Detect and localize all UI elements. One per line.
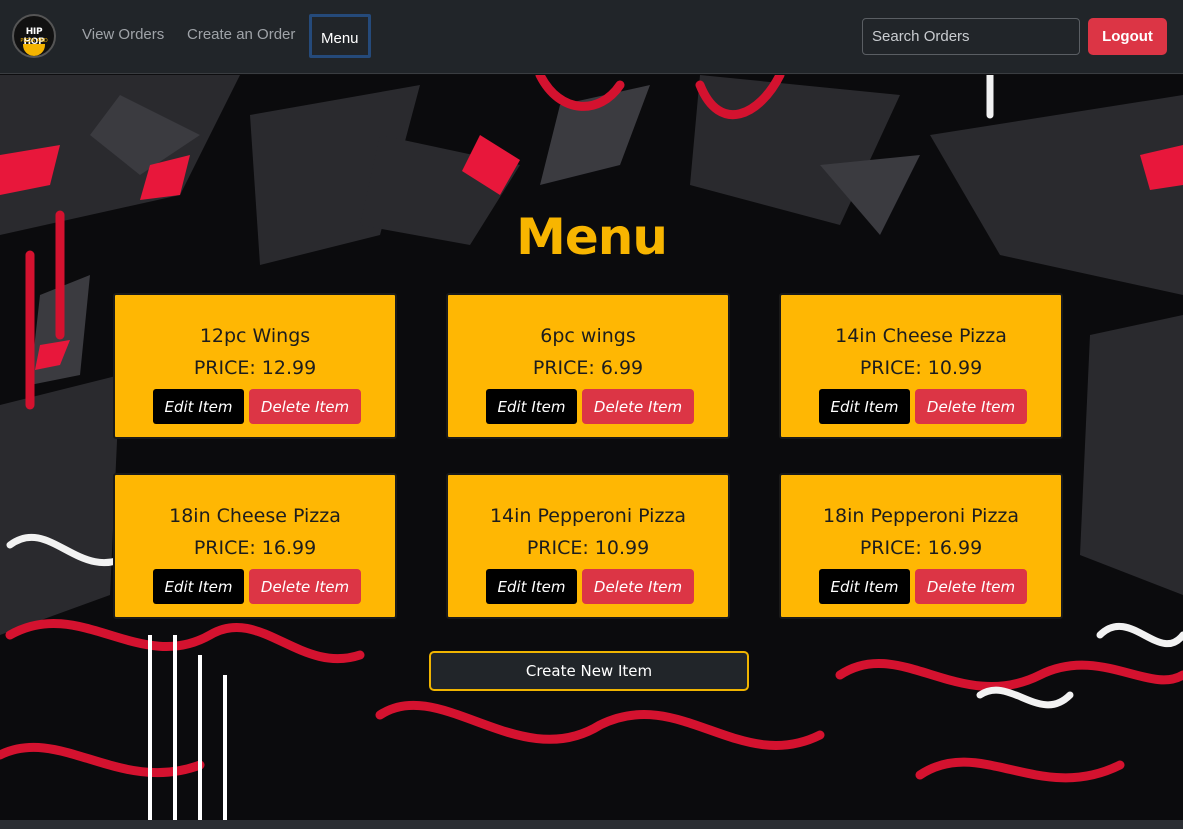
delete-item-button[interactable]: Delete Item (582, 389, 694, 424)
edit-item-button[interactable]: Edit Item (486, 569, 577, 604)
nav-link-create-order[interactable]: Create an Order (187, 26, 295, 43)
search-orders-input[interactable] (862, 18, 1080, 55)
delete-item-button[interactable]: Delete Item (915, 389, 1027, 424)
item-price: PRICE: 10.99 (859, 357, 983, 379)
item-price: PRICE: 6.99 (532, 357, 644, 379)
item-name: 14in Cheese Pizza (835, 325, 1007, 347)
nav-link-menu[interactable]: Menu (309, 14, 371, 58)
create-new-item-button[interactable]: Create New Item (429, 651, 749, 691)
edit-item-button[interactable]: Edit Item (153, 569, 244, 604)
item-name: 18in Pepperoni Pizza (822, 505, 1020, 527)
delete-item-button[interactable]: Delete Item (249, 389, 361, 424)
menu-item-card: 14in Cheese Pizza PRICE: 10.99 Edit Item… (779, 293, 1063, 439)
edit-item-button[interactable]: Edit Item (153, 389, 244, 424)
delete-item-button[interactable]: Delete Item (582, 569, 694, 604)
item-price: PRICE: 16.99 (193, 537, 317, 559)
page-title: Menu (516, 208, 668, 266)
menu-item-card: 18in Pepperoni Pizza PRICE: 16.99 Edit I… (779, 473, 1063, 619)
edit-item-button[interactable]: Edit Item (819, 389, 910, 424)
bottom-scroll-strip (0, 820, 1183, 829)
graffiti-background (0, 75, 1183, 820)
menu-item-card: 12pc Wings PRICE: 12.99 Edit Item Delete… (113, 293, 397, 439)
edit-item-button[interactable]: Edit Item (819, 569, 910, 604)
item-name: 14in Pepperoni Pizza (489, 505, 687, 527)
pizza-icon (23, 44, 45, 56)
item-price: PRICE: 12.99 (193, 357, 317, 379)
edit-item-button[interactable]: Edit Item (486, 389, 577, 424)
menu-item-card: 14in Pepperoni Pizza PRICE: 10.99 Edit I… (446, 473, 730, 619)
menu-item-card: 18in Cheese Pizza PRICE: 16.99 Edit Item… (113, 473, 397, 619)
item-name: 18in Cheese Pizza (169, 505, 341, 527)
delete-item-button[interactable]: Delete Item (915, 569, 1027, 604)
menu-item-card: 6pc wings PRICE: 6.99 Edit Item Delete I… (446, 293, 730, 439)
navbar: HIP HOP PIZZA AND WINGS View Orders Crea… (0, 0, 1183, 74)
delete-item-button[interactable]: Delete Item (249, 569, 361, 604)
brand-logo[interactable]: HIP HOP PIZZA AND WINGS (12, 14, 56, 58)
nav-link-view-orders[interactable]: View Orders (82, 26, 164, 43)
item-price: PRICE: 16.99 (859, 537, 983, 559)
item-price: PRICE: 10.99 (526, 537, 650, 559)
item-name: 12pc Wings (199, 325, 311, 347)
item-name: 6pc wings (540, 325, 636, 347)
logout-button[interactable]: Logout (1088, 18, 1167, 55)
graffiti-art (0, 75, 1183, 820)
